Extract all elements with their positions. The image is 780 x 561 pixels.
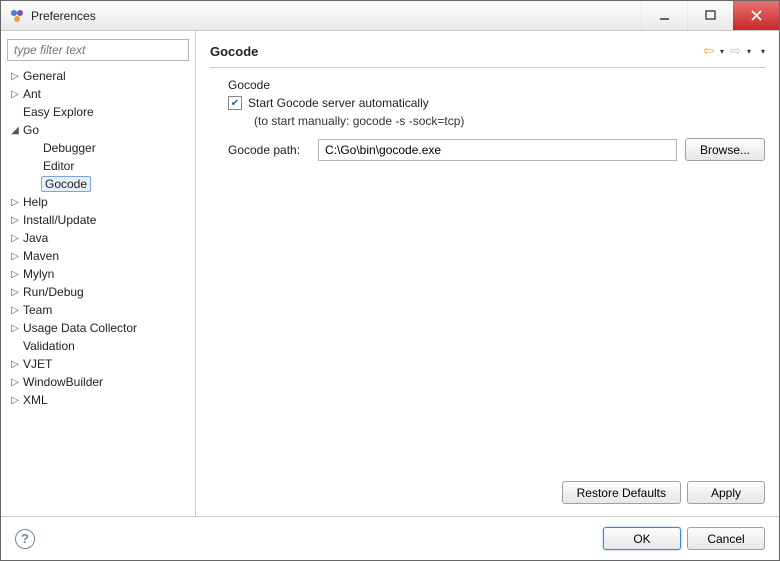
- tree-item-label: Gocode: [41, 176, 91, 192]
- preferences-window: Preferences ▷General▷AntEasy Explore◢GoD…: [0, 0, 780, 561]
- window-controls: [641, 1, 779, 30]
- view-menu-icon[interactable]: ▾: [761, 47, 765, 56]
- tree-item-label: Help: [21, 195, 50, 209]
- tree-item-debugger[interactable]: Debugger: [7, 139, 189, 157]
- expand-icon[interactable]: ▷: [9, 287, 21, 298]
- expand-icon[interactable]: ▷: [9, 197, 21, 208]
- tree-item-windowbuilder[interactable]: ▷WindowBuilder: [7, 373, 189, 391]
- expand-icon[interactable]: ▷: [9, 233, 21, 244]
- minimize-button[interactable]: [641, 1, 687, 30]
- group-label: Gocode: [228, 78, 765, 92]
- tree-item-label: Go: [21, 123, 41, 137]
- category-tree[interactable]: ▷General▷AntEasy Explore◢GoDebuggerEdito…: [7, 67, 189, 508]
- expand-icon[interactable]: ▷: [9, 377, 21, 388]
- tree-item-gocode[interactable]: Gocode: [7, 175, 189, 193]
- tree-item-vjet[interactable]: ▷VJET: [7, 355, 189, 373]
- panel-title: Gocode: [210, 44, 703, 59]
- split-pane: ▷General▷AntEasy Explore◢GoDebuggerEdito…: [1, 31, 779, 516]
- expand-icon[interactable]: ▷: [9, 323, 21, 334]
- tree-item-maven[interactable]: ▷Maven: [7, 247, 189, 265]
- start-server-label: Start Gocode server automatically: [248, 96, 429, 110]
- help-icon[interactable]: ?: [15, 529, 35, 549]
- tree-item-validation[interactable]: Validation: [7, 337, 189, 355]
- tree-item-general[interactable]: ▷General: [7, 67, 189, 85]
- window-title: Preferences: [31, 9, 641, 23]
- expand-icon[interactable]: ▷: [9, 395, 21, 406]
- restore-defaults-button[interactable]: Restore Defaults: [562, 481, 681, 504]
- app-icon: [9, 8, 25, 24]
- tree-item-run-debug[interactable]: ▷Run/Debug: [7, 283, 189, 301]
- forward-icon[interactable]: ⇨: [730, 43, 741, 59]
- gocode-path-row: Gocode path: Browse...: [228, 138, 765, 161]
- tree-item-label: VJET: [21, 357, 54, 371]
- close-button[interactable]: [733, 1, 779, 30]
- gocode-path-input[interactable]: [318, 139, 677, 161]
- expand-icon[interactable]: ▷: [9, 359, 21, 370]
- tree-item-install-update[interactable]: ▷Install/Update: [7, 211, 189, 229]
- expand-icon[interactable]: ▷: [9, 215, 21, 226]
- tree-item-label: Team: [21, 303, 54, 317]
- tree-item-usage-data-collector[interactable]: ▷Usage Data Collector: [7, 319, 189, 337]
- start-server-checkbox[interactable]: ✔: [228, 96, 242, 110]
- settings-panel: Gocode ⇦ ▾ ⇨ ▾ ▾ Gocode ✔ Start Gocode s…: [196, 31, 779, 516]
- tree-item-label: Usage Data Collector: [21, 321, 139, 335]
- tree-item-label: General: [21, 69, 68, 83]
- tree-item-label: XML: [21, 393, 50, 407]
- maximize-button[interactable]: [687, 1, 733, 30]
- expand-icon[interactable]: ▷: [9, 71, 21, 82]
- ok-button[interactable]: OK: [603, 527, 681, 550]
- tree-item-mylyn[interactable]: ▷Mylyn: [7, 265, 189, 283]
- tree-item-label: Maven: [21, 249, 61, 263]
- expand-icon[interactable]: ▷: [9, 269, 21, 280]
- tree-item-easy-explore[interactable]: Easy Explore: [7, 103, 189, 121]
- tree-item-label: Run/Debug: [21, 285, 86, 299]
- filter-input[interactable]: [7, 39, 189, 61]
- tree-item-label: Easy Explore: [21, 105, 96, 119]
- tree-item-team[interactable]: ▷Team: [7, 301, 189, 319]
- panel-button-bar: Restore Defaults Apply: [210, 475, 765, 508]
- apply-button[interactable]: Apply: [687, 481, 765, 504]
- tree-item-label: Editor: [41, 159, 76, 173]
- back-icon[interactable]: ⇦: [703, 43, 714, 59]
- expand-icon[interactable]: ▷: [9, 89, 21, 100]
- panel-header: Gocode ⇦ ▾ ⇨ ▾ ▾: [210, 39, 765, 68]
- browse-button[interactable]: Browse...: [685, 138, 765, 161]
- tree-item-ant[interactable]: ▷Ant: [7, 85, 189, 103]
- dialog-buttons: OK Cancel: [603, 527, 765, 550]
- gocode-path-label: Gocode path:: [228, 143, 318, 157]
- tree-item-java[interactable]: ▷Java: [7, 229, 189, 247]
- dialog-button-bar: ? OK Cancel: [1, 516, 779, 560]
- back-menu-icon[interactable]: ▾: [720, 47, 724, 56]
- tree-item-label: Ant: [21, 87, 43, 101]
- tree-item-label: Validation: [21, 339, 77, 353]
- tree-item-label: Install/Update: [21, 213, 98, 227]
- tree-item-xml[interactable]: ▷XML: [7, 391, 189, 409]
- panel-body: Gocode ✔ Start Gocode server automatical…: [210, 68, 765, 475]
- panel-nav: ⇦ ▾ ⇨ ▾ ▾: [703, 43, 765, 59]
- manual-start-hint: (to start manually: gocode -s -sock=tcp): [254, 114, 765, 128]
- category-sidebar: ▷General▷AntEasy Explore◢GoDebuggerEdito…: [1, 31, 196, 516]
- tree-item-editor[interactable]: Editor: [7, 157, 189, 175]
- start-server-row: ✔ Start Gocode server automatically: [228, 96, 765, 110]
- expand-icon[interactable]: ▷: [9, 251, 21, 262]
- collapse-icon[interactable]: ◢: [9, 125, 21, 136]
- dialog-body: ▷General▷AntEasy Explore◢GoDebuggerEdito…: [1, 31, 779, 560]
- tree-item-go[interactable]: ◢Go: [7, 121, 189, 139]
- tree-item-label: Mylyn: [21, 267, 56, 281]
- tree-item-help[interactable]: ▷Help: [7, 193, 189, 211]
- forward-menu-icon[interactable]: ▾: [747, 47, 751, 56]
- expand-icon[interactable]: ▷: [9, 305, 21, 316]
- tree-item-label: Debugger: [41, 141, 98, 155]
- tree-item-label: Java: [21, 231, 50, 245]
- titlebar: Preferences: [1, 1, 779, 31]
- tree-item-label: WindowBuilder: [21, 375, 105, 389]
- cancel-button[interactable]: Cancel: [687, 527, 765, 550]
